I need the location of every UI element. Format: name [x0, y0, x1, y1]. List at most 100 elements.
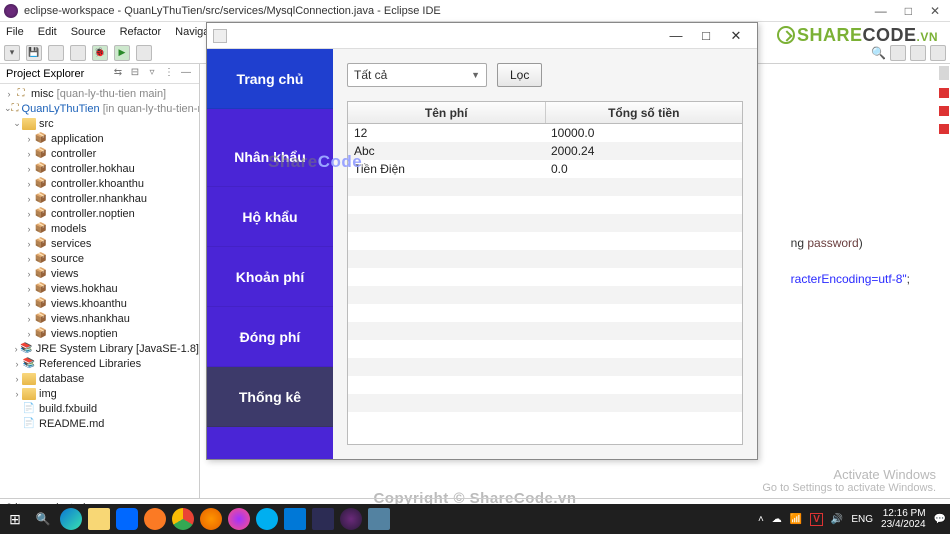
package-icon: 📦 [34, 253, 48, 265]
menu-refactor[interactable]: Refactor [120, 26, 162, 38]
eclipse-icon [4, 4, 18, 18]
eclipse-taskbar-icon[interactable] [340, 508, 362, 530]
menu-source[interactable]: Source [71, 26, 106, 38]
package-icon: 📦 [34, 313, 48, 325]
file-explorer-icon[interactable] [88, 508, 110, 530]
edge-icon[interactable] [60, 508, 82, 530]
xampp-icon[interactable] [144, 508, 166, 530]
nav-nhan-khau[interactable]: Nhân khẩu [207, 127, 333, 187]
nav-trang-chu[interactable]: Trang chủ [207, 49, 333, 109]
collapse-all-icon[interactable]: ⊟ [128, 67, 142, 81]
nav-khoan-phi[interactable]: Khoản phí [207, 247, 333, 307]
col-tong-so-tien[interactable]: Tổng số tiền [546, 102, 743, 123]
package-icon: 📦 [34, 298, 48, 310]
skype-icon[interactable] [256, 508, 278, 530]
menu-file[interactable]: File [6, 26, 24, 38]
window-title: eclipse-workspace - QuanLyThuTien/src/se… [24, 5, 441, 17]
dialog-content: Tất cả ▼ Lọc Tên phí Tổng số tiền 121000… [333, 49, 757, 459]
messenger-icon[interactable] [228, 508, 250, 530]
nav-thong-ke[interactable]: Thống kê [207, 367, 333, 427]
nav-ho-khau[interactable]: Hộ khẩu [207, 187, 333, 247]
brand-logo: SHARECODE.VN [777, 23, 938, 46]
nav-dong-phi[interactable]: Đóng phí [207, 307, 333, 367]
package-icon: 📦 [34, 283, 48, 295]
package-icon: 📦 [34, 163, 48, 175]
minimize-view-icon[interactable]: — [179, 67, 193, 81]
zalo-icon[interactable] [116, 508, 138, 530]
filter-combo[interactable]: Tất cả ▼ [347, 63, 487, 87]
window-minimize[interactable]: — [875, 4, 887, 18]
persp-other-icon[interactable] [930, 45, 946, 61]
tray-wifi-icon[interactable]: 📶 [790, 514, 802, 525]
explorer-title: Project Explorer [6, 68, 108, 80]
system-tray[interactable]: ˄ ☁ 📶 V 🔊 ENG 12:16 PM 23/4/2024 💬 [758, 508, 946, 530]
error-marker [939, 88, 949, 98]
table-row[interactable]: Tiền Điện0.0 [348, 160, 742, 178]
package-icon: 📦 [34, 178, 48, 190]
error-marker [939, 106, 949, 116]
code-snippet: ng password) racterEncoding=utf-8"; [791, 234, 910, 288]
run-icon[interactable]: ▶ [114, 45, 130, 61]
tree[interactable]: ›⛶misc [quan-ly-thu-tien main] ⌄⛶QuanLyT… [0, 84, 199, 433]
persp-java-icon[interactable] [890, 45, 906, 61]
package-icon: 📦 [34, 133, 48, 145]
table-row[interactable]: Abc2000.24 [348, 142, 742, 160]
tray-sound-icon[interactable]: 🔊 [831, 514, 843, 525]
save-icon[interactable]: 💾 [26, 45, 42, 61]
link-editor-icon[interactable]: ⇆ [111, 67, 125, 81]
jre-icon: 📚 [20, 343, 32, 355]
app-icon[interactable] [312, 508, 334, 530]
activate-windows: Activate Windows Go to Settings to activ… [762, 467, 936, 494]
saveall-icon[interactable] [48, 45, 64, 61]
persp-debug-icon[interactable] [910, 45, 926, 61]
brand-icon [777, 26, 795, 44]
project-explorer: Project Explorer ⇆ ⊟ ▿ ⋮ — ›⛶misc [quan-… [0, 64, 200, 498]
tray-cloud-icon[interactable]: ☁ [772, 514, 782, 525]
package-icon: 📦 [34, 238, 48, 250]
tray-lang[interactable]: ENG [851, 514, 873, 525]
view-menu-icon[interactable]: ⋮ [162, 67, 176, 81]
col-ten-phi[interactable]: Tên phí [348, 102, 546, 123]
dialog-maximize[interactable]: □ [691, 28, 721, 43]
package-icon: 📦 [34, 328, 48, 340]
filter-button[interactable]: Lọc [497, 63, 542, 87]
app-dialog: — □ ✕ Trang chủ Nhân khẩu Hộ khẩu Khoản … [206, 22, 758, 460]
filter-icon[interactable]: ▿ [145, 67, 159, 81]
taskbar: ⊞ 🔍 ˄ ☁ 📶 V 🔊 ENG 12:16 PM 23/4/2024 💬 [0, 504, 950, 534]
overview-ruler [938, 64, 950, 498]
dialog-icon [213, 29, 227, 43]
tray-app-icon[interactable]: V [810, 513, 823, 526]
dialog-minimize[interactable]: — [661, 28, 691, 43]
start-icon[interactable]: ⊞ [4, 508, 26, 530]
firefox-icon[interactable] [200, 508, 222, 530]
chrome-icon[interactable] [172, 508, 194, 530]
package-icon: 📦 [34, 148, 48, 160]
table-body[interactable]: 1210000.0 Abc2000.24 Tiền Điện0.0 [348, 124, 742, 444]
ext-tools-icon[interactable] [136, 45, 152, 61]
search-icon[interactable]: 🔍 [32, 508, 54, 530]
tray-chevron-icon[interactable]: ˄ [758, 514, 764, 525]
java-icon[interactable] [368, 508, 390, 530]
tray-notifications-icon[interactable]: 💬 [934, 514, 946, 525]
side-nav: Trang chủ Nhân khẩu Hộ khẩu Khoản phí Đó… [207, 49, 333, 459]
table-row[interactable]: 1210000.0 [348, 124, 742, 142]
dialog-titlebar: — □ ✕ [207, 23, 757, 49]
menu-edit[interactable]: Edit [38, 26, 57, 38]
window-close[interactable]: ✕ [930, 4, 940, 18]
package-icon: 📦 [34, 268, 48, 280]
debug-icon[interactable]: 🐞 [92, 45, 108, 61]
window-maximize[interactable]: □ [905, 4, 912, 18]
new-icon[interactable]: ▾ [4, 45, 20, 61]
fee-table: Tên phí Tổng số tiền 1210000.0 Abc2000.2… [347, 101, 743, 445]
package-icon: 📦 [34, 223, 48, 235]
dialog-close[interactable]: ✕ [721, 28, 751, 44]
tray-clock[interactable]: 12:16 PM 23/4/2024 [881, 508, 926, 530]
combo-value: Tất cả [354, 68, 387, 82]
package-icon: 📦 [34, 208, 48, 220]
ruler-top [939, 66, 949, 80]
quick-access-icon[interactable]: 🔍 [871, 46, 886, 60]
undo-icon[interactable] [70, 45, 86, 61]
title-bar: eclipse-workspace - QuanLyThuTien/src/se… [0, 0, 950, 22]
vscode-icon[interactable] [284, 508, 306, 530]
reflib-icon: 📚 [22, 358, 36, 370]
